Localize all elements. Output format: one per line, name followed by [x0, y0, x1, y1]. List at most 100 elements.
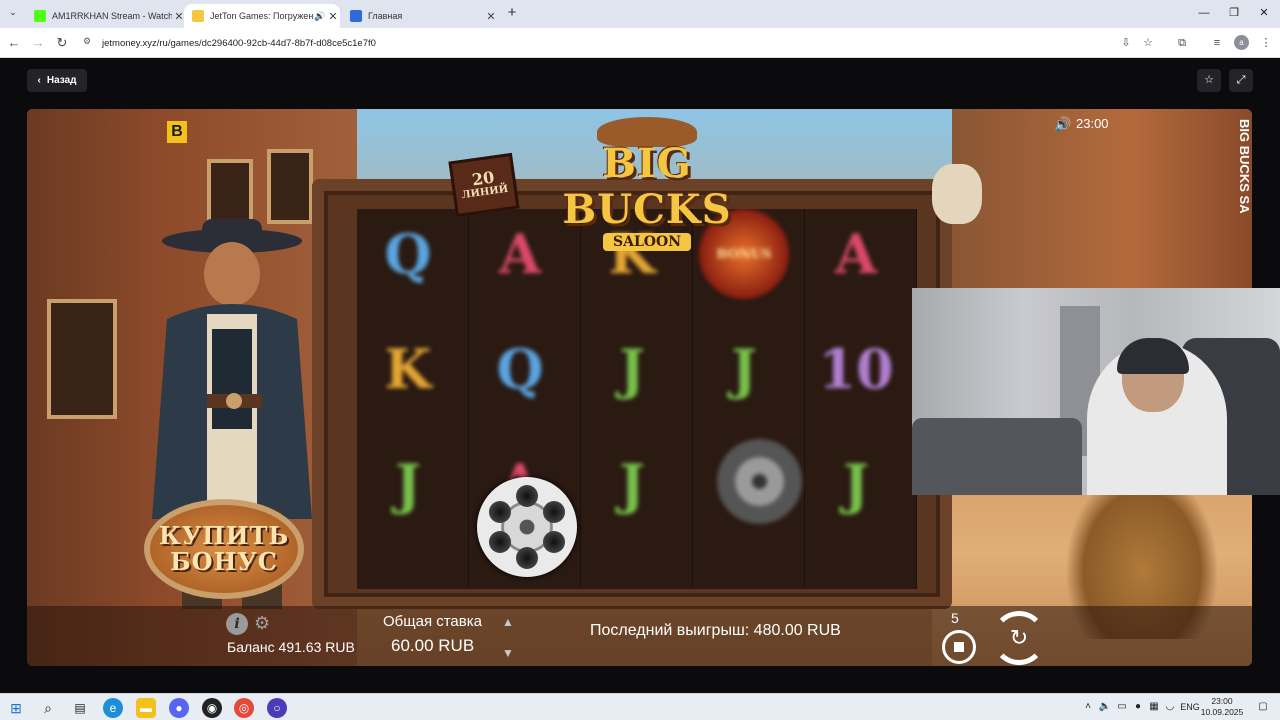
- autospin-count: 5: [951, 610, 959, 626]
- kick-icon: [34, 10, 46, 22]
- tray-clock-date[interactable]: 10.09.2025: [1192, 707, 1252, 717]
- search-icon[interactable]: ⌕: [38, 698, 58, 718]
- tab-label: JetTon Games: Погружени: [210, 11, 314, 21]
- paylines-badge: 20 ЛИНИЙ: [448, 152, 520, 218]
- network-icon[interactable]: ▦: [1147, 699, 1161, 715]
- star-icon: ☆: [1204, 74, 1214, 86]
- tab-list-icon[interactable]: ⌄: [6, 7, 20, 21]
- app-launcher-icon[interactable]: ○: [267, 698, 287, 718]
- speaker-icon[interactable]: 🔊: [314, 11, 326, 22]
- chevron-left-icon: ‹: [37, 75, 41, 86]
- battery-icon[interactable]: ▭: [1115, 699, 1129, 715]
- building-window: [47, 299, 117, 419]
- windows-taskbar: ⊞ ⌕ ▤ e ▬ ● ◉ ◎ ○ ˄ 🔈 ▭ ● ▦ ◡ ENG 23:00 …: [0, 693, 1280, 720]
- microphone-icon[interactable]: ●: [1131, 699, 1145, 715]
- reel-symbol: J: [619, 337, 645, 401]
- sound-icon[interactable]: 🔊: [1054, 116, 1072, 132]
- reel-symbol: J: [619, 452, 645, 516]
- revolver-cylinder-symbol: [717, 439, 802, 524]
- cow-skull-decoration: [932, 164, 982, 224]
- building-window: [267, 149, 313, 224]
- tab-main[interactable]: Главная ✕: [342, 4, 498, 28]
- menu-icon[interactable]: ⋮: [1257, 34, 1275, 52]
- reel-symbol: Q: [496, 337, 544, 401]
- balance-text: Баланс 491.63 RUB: [227, 639, 355, 655]
- profile-avatar[interactable]: a: [1234, 35, 1249, 50]
- game-title-logo: BIG BUCKS SALOON: [532, 141, 762, 251]
- discord-icon[interactable]: ●: [169, 698, 189, 718]
- restore-icon[interactable]: ❐: [1226, 5, 1242, 21]
- wifi-icon[interactable]: ◡: [1163, 699, 1177, 715]
- tab-label: AM1RRKHAN Stream - Watch l: [52, 11, 172, 21]
- provider-logo: B: [167, 121, 187, 143]
- fullscreen-button[interactable]: ⤢: [1229, 69, 1253, 92]
- total-bet-label: Общая ставка: [383, 613, 482, 630]
- buy-bonus-line2: БОНУС: [170, 547, 278, 576]
- gear-icon[interactable]: ⚙: [254, 613, 274, 633]
- back-button[interactable]: ‹ Назад: [27, 69, 87, 92]
- webcam-bed: [912, 418, 1082, 495]
- bet-decrease-icon[interactable]: ▼: [500, 646, 516, 660]
- close-window-icon[interactable]: ✕: [1256, 5, 1272, 21]
- extensions-icon[interactable]: ⧉: [1173, 34, 1191, 52]
- url-text: jetmoney.xyz/ru/games/dc296400-92cb-44d7…: [102, 37, 376, 49]
- speaker-tray-icon[interactable]: 🔈: [1098, 699, 1112, 715]
- cylinder-hole: [543, 531, 565, 553]
- site-info-icon[interactable]: ⚙: [80, 36, 94, 50]
- game-control-bar: i ⚙ Баланс 491.63 RUB Общая ставка 60.00…: [27, 606, 1252, 666]
- game-title-sub: SALOON: [602, 233, 691, 251]
- chrome-icon[interactable]: ◎: [234, 698, 254, 718]
- notifications-icon[interactable]: ▢: [1256, 699, 1270, 715]
- buy-bonus-button[interactable]: КУПИТЬ БОНУС: [144, 499, 304, 599]
- edge-icon[interactable]: e: [103, 698, 123, 718]
- reel-symbol: A: [835, 222, 877, 286]
- browser-tab-bar: ⌄ AM1RRKHAN Stream - Watch l ✕ JetTon Ga…: [0, 0, 1280, 28]
- new-tab-button[interactable]: +: [504, 5, 520, 21]
- tab-jetton-games[interactable]: JetTon Games: Погружени 🔊 ✕: [184, 4, 340, 28]
- reel-symbol: Q: [384, 222, 432, 286]
- tab-label: Главная: [368, 11, 403, 21]
- minimize-icon[interactable]: —: [1196, 5, 1212, 21]
- jetton-icon: [192, 10, 204, 22]
- webcam-streamer-cap: [1117, 338, 1189, 374]
- file-explorer-icon[interactable]: ▬: [136, 698, 156, 718]
- spin-button[interactable]: ↻: [992, 611, 1046, 665]
- windows-start-icon[interactable]: ⊞: [6, 698, 26, 718]
- reload-icon[interactable]: ↻: [53, 34, 71, 52]
- obs-icon[interactable]: ◉: [202, 698, 222, 718]
- reel-symbol: K: [384, 337, 432, 401]
- buy-bonus-line1: КУПИТЬ: [158, 521, 290, 550]
- reel-symbol: 10: [818, 337, 894, 401]
- reading-list-icon[interactable]: ≡: [1208, 34, 1226, 52]
- close-icon[interactable]: ✕: [326, 10, 340, 23]
- webcam-overlay: [912, 288, 1280, 495]
- forward-arrow-icon[interactable]: →: [29, 34, 47, 52]
- last-win-text: Последний выигрыш: 480.00 RUB: [590, 622, 841, 639]
- app-icon: [350, 10, 362, 22]
- tab-kick-stream[interactable]: AM1RRKHAN Stream - Watch l ✕: [26, 4, 186, 28]
- paylines-word: ЛИНИЙ: [461, 183, 509, 202]
- tray-clock-time[interactable]: 23:00: [1192, 696, 1252, 706]
- address-bar[interactable]: ⚙ jetmoney.xyz/ru/games/dc296400-92cb-44…: [80, 32, 1110, 54]
- reel-symbol: J: [843, 452, 869, 516]
- bookmark-star-icon[interactable]: ☆: [1139, 34, 1157, 52]
- install-app-icon[interactable]: ⇩: [1117, 34, 1135, 52]
- chevron-up-icon[interactable]: ˄: [1082, 699, 1094, 715]
- favorite-button[interactable]: ☆: [1197, 69, 1221, 92]
- reel-symbol: J: [395, 452, 421, 516]
- stop-autoplay-button[interactable]: [942, 630, 976, 664]
- game-title-main: BIG BUCKS: [562, 140, 732, 233]
- cylinder-hole: [516, 485, 538, 507]
- reel-symbol: J: [731, 337, 757, 401]
- revolver-cylinder-symbol: [477, 477, 577, 577]
- info-icon[interactable]: i: [226, 613, 248, 635]
- game-clock: 23:00: [1076, 116, 1109, 131]
- game-page: ‹ Назад ☆ ⤢ B КУПИТЬ БОНУС Q K J A Q K J…: [0, 58, 1280, 693]
- back-arrow-icon[interactable]: ←: [5, 34, 23, 52]
- cylinder-hole: [516, 547, 538, 569]
- side-game-title: BIG BUCKS SA: [1237, 119, 1252, 214]
- task-view-icon[interactable]: ▤: [70, 698, 90, 718]
- close-icon[interactable]: ✕: [484, 10, 498, 23]
- cylinder-hole: [489, 501, 511, 523]
- bet-increase-icon[interactable]: ▲: [500, 615, 516, 629]
